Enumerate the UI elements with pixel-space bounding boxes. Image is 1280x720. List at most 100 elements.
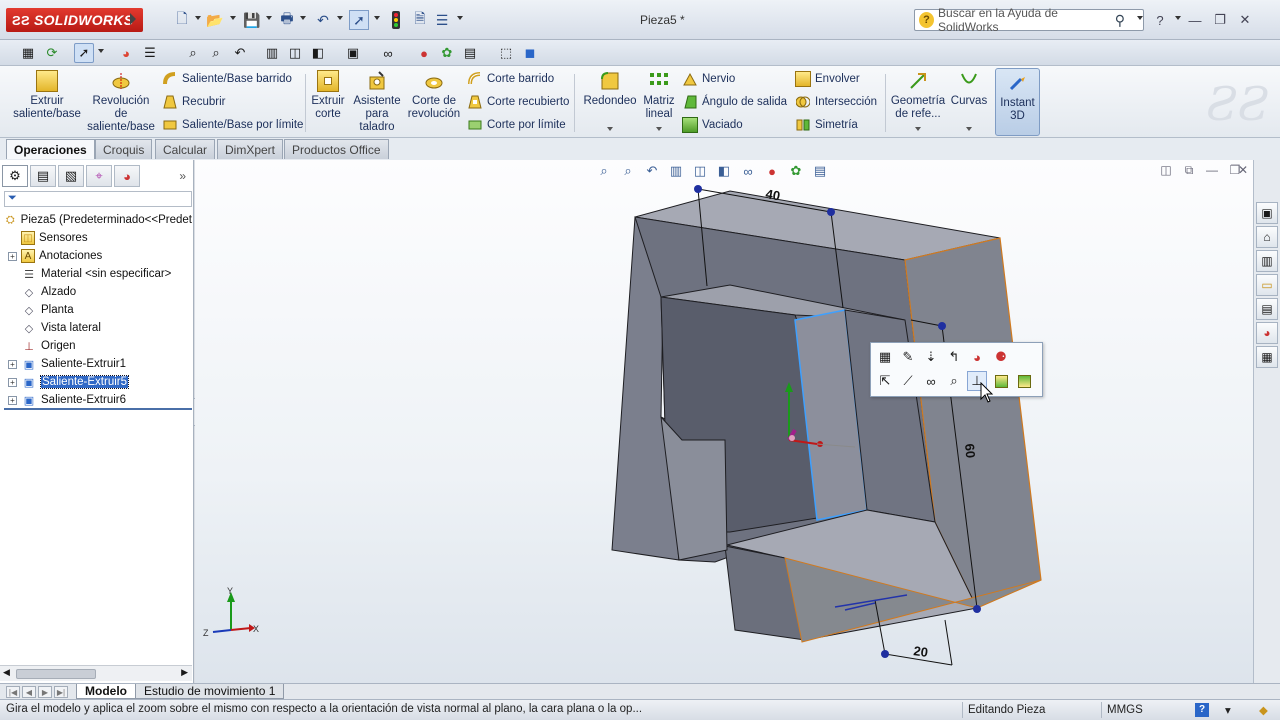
view-orientation-icon[interactable]: ◫ bbox=[691, 162, 709, 180]
shell-button[interactable]: Vaciado bbox=[682, 115, 743, 135]
design-library-icon[interactable]: ▥ bbox=[1256, 250, 1278, 272]
toolbar-grip-properties-icon[interactable]: ▦ bbox=[18, 43, 38, 63]
list-icon[interactable]: ☰ bbox=[140, 43, 160, 63]
rollback-icon[interactable]: ⇣ bbox=[921, 347, 941, 367]
feature-color-icon[interactable]: ⚈ bbox=[991, 347, 1011, 367]
status-units[interactable]: MMGS bbox=[1101, 702, 1161, 718]
home-icon[interactable]: ⌂ bbox=[1256, 226, 1278, 248]
help-icon[interactable]: ? bbox=[1151, 11, 1169, 29]
new-dropdown-icon[interactable] bbox=[195, 16, 201, 20]
intersect-button[interactable]: Intersección bbox=[795, 92, 877, 112]
boundary-boss-button[interactable]: Saliente/Base por límite bbox=[162, 115, 303, 135]
rollback-bar[interactable] bbox=[4, 408, 192, 410]
display-style-icon[interactable]: ◧ bbox=[715, 162, 733, 180]
expand-icon[interactable]: + bbox=[8, 251, 17, 261]
wrap-button[interactable]: Envolver bbox=[795, 69, 860, 89]
rib-button[interactable]: Nervio bbox=[682, 69, 735, 89]
view-settings-icon[interactable]: ▤ bbox=[811, 162, 829, 180]
help-search-box[interactable]: ? Buscar en la Ayuda de SolidWorks ⚲ bbox=[914, 6, 1144, 34]
scroll-left-icon[interactable]: ◀ bbox=[3, 667, 10, 678]
hide-icon[interactable]: ∞ bbox=[921, 371, 941, 391]
help-dropdown-icon[interactable] bbox=[1175, 16, 1181, 20]
monitor-icon[interactable]: ▤ bbox=[460, 43, 480, 63]
select-arrow-icon[interactable]: ➚ bbox=[349, 10, 369, 30]
draft-button[interactable]: Ángulo de salida bbox=[682, 92, 787, 112]
select-dropdown-icon[interactable] bbox=[374, 16, 380, 20]
tab-dimxpert[interactable]: DimXpert bbox=[217, 139, 284, 159]
edit-feature-icon[interactable]: ▦ bbox=[875, 347, 895, 367]
dimension-handle[interactable] bbox=[973, 605, 981, 613]
options-icon[interactable]: ☰ bbox=[432, 10, 452, 30]
zoom-area-icon[interactable]: ⌕ bbox=[206, 43, 226, 63]
tree-item[interactable]: + ▣ Saliente-Extruir5 bbox=[4, 373, 192, 391]
edit-appearance-icon[interactable]: ● bbox=[414, 43, 434, 63]
print-icon[interactable]: 🖶 bbox=[277, 10, 297, 30]
zoom-to-selection-icon[interactable]: ⌕ bbox=[944, 371, 964, 391]
configuration-manager-tab-icon[interactable]: ▧ bbox=[58, 165, 84, 187]
previous-view-icon[interactable]: ↶ bbox=[230, 43, 250, 63]
tree-item[interactable]: ◇ Vista lateral bbox=[4, 319, 192, 337]
sweep-boss-button[interactable]: Saliente/Base barrido bbox=[162, 69, 292, 89]
status-help-icon[interactable]: ? bbox=[1190, 702, 1216, 718]
zoom-area-icon[interactable]: ⌕ bbox=[619, 162, 637, 180]
viewport-minimize-icon[interactable]: — bbox=[1204, 162, 1220, 178]
extrude-cut-button[interactable]: Extruir corte bbox=[308, 70, 348, 121]
tab-croquis[interactable]: Croquis bbox=[95, 139, 153, 159]
tree-item[interactable]: + ▣ Saliente-Extruir6 bbox=[4, 391, 192, 409]
dimension-handle[interactable] bbox=[694, 185, 702, 193]
viewport-link-icon[interactable]: ⧉ bbox=[1181, 162, 1197, 178]
expand-icon[interactable]: + bbox=[8, 395, 17, 405]
3d-model[interactable] bbox=[611, 190, 1042, 643]
loft-boss-button[interactable]: Recubrir bbox=[162, 92, 225, 112]
tree-item[interactable]: + ▣ Saliente-Extruir1 bbox=[4, 355, 192, 373]
hide-show-icon[interactable]: ▣ bbox=[343, 43, 363, 63]
expand-icon[interactable]: + bbox=[8, 359, 17, 369]
close-icon[interactable]: ✕ bbox=[1236, 11, 1254, 29]
prev-tab-icon[interactable]: ◀ bbox=[22, 686, 36, 698]
options-dropdown-icon[interactable] bbox=[457, 16, 463, 20]
open-folder-icon[interactable]: 📂 bbox=[205, 10, 225, 30]
tab-calcular[interactable]: Calcular bbox=[155, 139, 216, 159]
file-properties-icon[interactable]: 🗎 bbox=[410, 10, 430, 30]
revolve-cut-button[interactable]: Corte de revolución bbox=[406, 70, 462, 121]
reference-geometry-button[interactable]: Geometría de refe... bbox=[890, 70, 946, 121]
previous-view-icon[interactable]: ↶ bbox=[643, 162, 661, 180]
boundary-cut-button[interactable]: Corte por límite bbox=[467, 115, 566, 135]
help-search-input[interactable]: Buscar en la Ayuda de SolidWorks bbox=[938, 6, 1111, 34]
dimension-40-label[interactable]: 40 bbox=[764, 186, 781, 203]
next-tab-icon[interactable]: ▶ bbox=[38, 686, 52, 698]
menu-arrow-icon[interactable] bbox=[130, 13, 136, 25]
tree-item[interactable]: ◇ Alzado bbox=[4, 283, 192, 301]
horizontal-scrollbar[interactable]: ◀ ▶ bbox=[0, 665, 192, 681]
view-palette-icon[interactable]: ▤ bbox=[1256, 298, 1278, 320]
dimension-20-label[interactable]: 20 bbox=[913, 643, 929, 660]
zoom-to-fit-icon[interactable]: ⌕ bbox=[183, 43, 203, 63]
section-view-icon[interactable]: ▥ bbox=[667, 162, 685, 180]
tab-estudio-movimiento[interactable]: Estudio de movimiento 1 bbox=[135, 684, 285, 699]
file-explorer-icon[interactable]: ▭ bbox=[1256, 274, 1278, 296]
graphics-area[interactable]: 40 60 20 Y X Z ⌕ ⌕ ↶ ▥ ◫ ◧ ∞ ● ✿ ▤ ◫ ⧉ —… bbox=[195, 160, 1253, 683]
restore-icon[interactable]: ❐ bbox=[1211, 11, 1229, 29]
save-icon[interactable]: 💾 bbox=[242, 10, 262, 30]
viewport-split-icon[interactable]: ◫ bbox=[1158, 162, 1174, 178]
tree-item[interactable]: ◇ Planta bbox=[4, 301, 192, 319]
shaded-cube-icon[interactable]: ◼ bbox=[520, 43, 540, 63]
undo-icon[interactable]: ↶ bbox=[313, 10, 333, 30]
display-style-icon[interactable]: ◧ bbox=[308, 43, 328, 63]
dimxpert-manager-tab-icon[interactable]: ⌖ bbox=[86, 165, 112, 187]
select-other-icon[interactable]: ⇱ bbox=[875, 371, 895, 391]
viewport-close-icon[interactable]: ✕ bbox=[1235, 162, 1251, 178]
curves-dropdown-icon[interactable] bbox=[966, 127, 972, 131]
dimension-handle[interactable] bbox=[881, 650, 889, 658]
status-dropdown-icon[interactable]: ▾ bbox=[1220, 702, 1238, 718]
status-tag-icon[interactable]: ◆ bbox=[1254, 702, 1276, 718]
edit-sketch-icon[interactable]: ✎ bbox=[898, 347, 918, 367]
pattern-dropdown-icon[interactable] bbox=[656, 127, 662, 131]
custom-properties-icon[interactable]: ▦ bbox=[1256, 346, 1278, 368]
appearance-icon[interactable]: ◕ bbox=[967, 347, 987, 367]
tab-productos-office[interactable]: Productos Office bbox=[284, 139, 389, 159]
hide-show-items-icon[interactable]: ∞ bbox=[739, 162, 757, 180]
ref-geometry-dropdown-icon[interactable] bbox=[915, 127, 921, 131]
property-manager-tab-icon[interactable]: ▤ bbox=[30, 165, 56, 187]
tree-item[interactable]: + A Anotaciones bbox=[4, 247, 192, 265]
